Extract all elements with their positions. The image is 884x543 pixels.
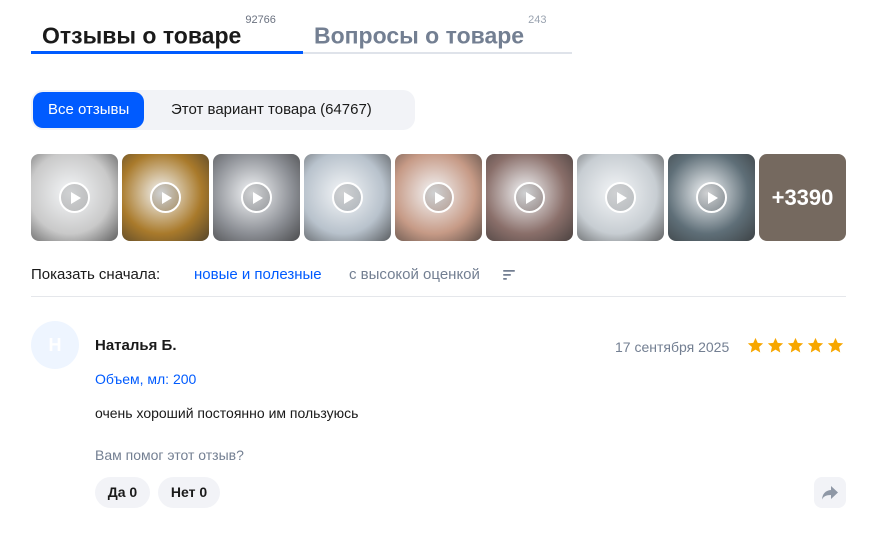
play-icon — [696, 182, 727, 213]
helpful-question: Вам помог этот отзыв? — [95, 447, 244, 463]
review-author: Наталья Б. — [95, 337, 177, 354]
tab-questions-label: Вопросы о товаре — [314, 22, 525, 49]
share-button[interactable] — [814, 477, 846, 508]
divider — [31, 296, 846, 297]
review-text: очень хороший постоянно им пользуюсь — [95, 405, 359, 421]
play-icon — [514, 182, 545, 213]
review-date: 17 сентября 2025 — [615, 339, 730, 355]
media-thumbnail[interactable] — [213, 154, 300, 241]
tab-reviews-count: 92766 — [245, 14, 276, 26]
media-thumbnail[interactable] — [122, 154, 209, 241]
media-more-button[interactable]: +3390 — [759, 154, 846, 241]
sort-direction-icon[interactable] — [503, 269, 516, 281]
tab-reviews[interactable]: Отзывы о товаре92766 — [42, 14, 276, 50]
play-icon — [150, 182, 181, 213]
media-thumbnail[interactable] — [31, 154, 118, 241]
play-icon — [332, 182, 363, 213]
play-icon — [59, 182, 90, 213]
play-icon — [241, 182, 272, 213]
sort-label: Показать сначала: — [31, 266, 161, 283]
review-tabs: Отзывы о товаре92766 Вопросы о товаре243 — [31, 14, 572, 54]
filter-this-variant[interactable]: Этот вариант товара (64767) — [156, 92, 387, 128]
active-tab-indicator — [31, 51, 303, 54]
play-icon — [423, 182, 454, 213]
star-icon — [827, 337, 844, 353]
media-thumbnail[interactable] — [395, 154, 482, 241]
play-icon — [605, 182, 636, 213]
filter-all-reviews[interactable]: Все отзывы — [33, 92, 145, 128]
tab-questions[interactable]: Вопросы о товаре243 — [314, 14, 546, 50]
media-thumbnail[interactable] — [577, 154, 664, 241]
media-thumbnail[interactable] — [304, 154, 391, 241]
sort-option-new[interactable]: новые и полезные — [194, 266, 322, 283]
media-thumbnail[interactable] — [668, 154, 755, 241]
helpful-yes-button[interactable]: Да 0 — [95, 477, 150, 508]
review-filter-group: Все отзывы Этот вариант товара (64767) — [31, 90, 415, 130]
share-arrow-icon — [822, 486, 838, 500]
tab-questions-count: 243 — [528, 14, 547, 26]
media-more-count: +3390 — [759, 154, 846, 241]
media-thumbnail[interactable] — [486, 154, 573, 241]
media-gallery: +3390 — [31, 154, 847, 241]
star-icon — [787, 337, 804, 353]
tab-reviews-label: Отзывы о товаре — [42, 22, 242, 49]
star-icon — [767, 337, 784, 353]
avatar: Н — [31, 321, 79, 369]
helpful-no-button[interactable]: Нет 0 — [158, 477, 220, 508]
sort-option-high-rating[interactable]: с высокой оценкой — [349, 266, 480, 283]
star-icon — [807, 337, 824, 353]
star-icon — [747, 337, 764, 353]
review-variant: Объем, мл: 200 — [95, 371, 197, 387]
